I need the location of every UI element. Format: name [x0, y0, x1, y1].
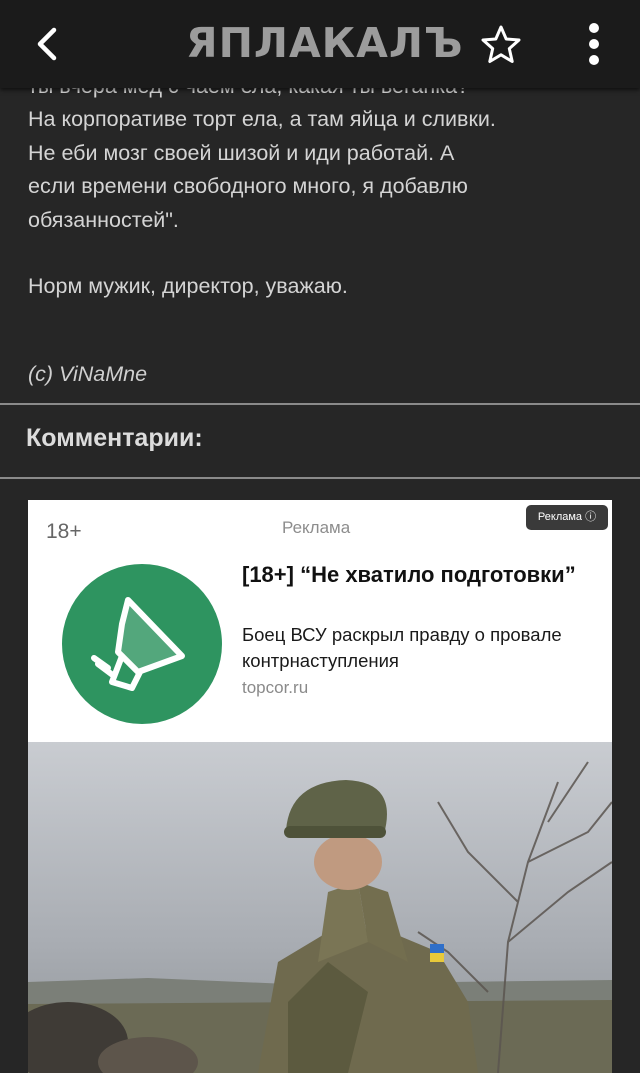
divider	[0, 477, 640, 479]
ad-description[interactable]: Боец ВСУ раскрыл правду о провале контрн…	[242, 622, 582, 674]
post-text-line: если времени свободного много, я добавлю	[28, 174, 468, 198]
post-text-closing: Норм мужик, директор, уважаю.	[28, 274, 348, 298]
post-signature: (c) ViNaMne	[28, 362, 148, 386]
megaphone-icon	[91, 597, 185, 691]
post-body: На корпоративе торт ела, а там яйца и сл…	[28, 103, 618, 304]
divider	[0, 403, 640, 405]
ad-photo[interactable]	[28, 742, 612, 1073]
back-button[interactable]	[24, 20, 72, 68]
post-text-line: обязанностей".	[28, 207, 179, 232]
comments-heading: Комментарии:	[26, 424, 203, 452]
ad-card[interactable]: 18+ Реклама Реклама ⓘ [18+] “Не хватило …	[28, 500, 612, 1073]
ad-label: Реклама	[282, 518, 351, 537]
post-text-line: На корпоративе торт ела, а там яйца и сл…	[28, 107, 496, 131]
star-icon	[481, 25, 521, 63]
top-app-bar: ЯПЛАКАЛЪ	[0, 0, 640, 88]
post-text-line: Не еби мозг своей шизой и иди работай. А	[28, 140, 455, 165]
ad-domain[interactable]: topcor.ru	[242, 678, 308, 698]
ad-logo	[62, 564, 222, 724]
chevron-left-icon	[37, 27, 57, 61]
ad-title[interactable]: [18+] “Не хватило подготовки”	[242, 560, 582, 589]
overflow-menu-button[interactable]	[574, 18, 614, 70]
ad-info-badge[interactable]: Реклама ⓘ	[526, 505, 608, 530]
more-vert-icon	[589, 23, 599, 65]
ad-age-rating: 18+	[46, 520, 82, 543]
favorite-button[interactable]	[478, 22, 524, 68]
site-logo[interactable]: ЯПЛАКАЛЪ	[186, 18, 463, 68]
